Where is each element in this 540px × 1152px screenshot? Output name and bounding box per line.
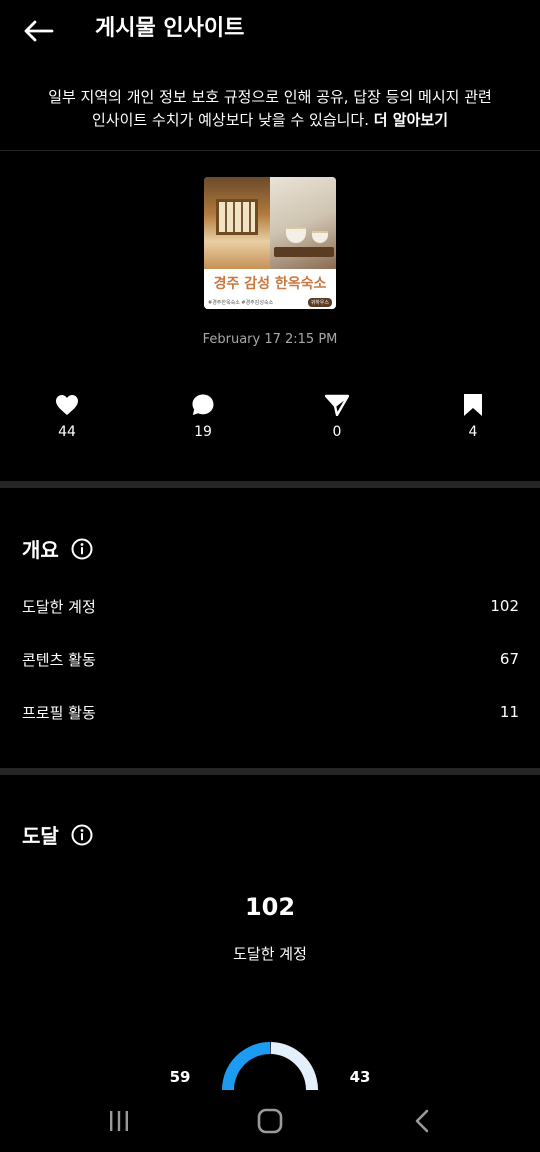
- row-value: 102: [490, 597, 519, 615]
- heart-icon: [56, 395, 78, 415]
- row-label: 콘텐츠 활동: [22, 650, 96, 669]
- engagement-stats: 44 19 0 4: [0, 392, 540, 444]
- row-label: 도달한 계정: [22, 597, 96, 616]
- info-icon[interactable]: [71, 824, 93, 846]
- overview-header: 개요: [22, 534, 93, 563]
- section-divider: [0, 768, 540, 775]
- divider: [0, 150, 540, 151]
- followers-value: 59: [169, 1068, 191, 1086]
- saves-count: 4: [468, 424, 478, 440]
- thumbnail-window: [216, 199, 258, 235]
- overview-row-accounts-reached[interactable]: 도달한 계정 102: [22, 594, 519, 618]
- learn-more-link[interactable]: 더 알아보기: [374, 111, 448, 129]
- overview-row-profile-activity[interactable]: 프로필 활동 11: [22, 700, 519, 724]
- reach-title: 도달: [22, 824, 59, 848]
- system-back-button[interactable]: [402, 1104, 442, 1138]
- post-thumbnail[interactable]: 경주 감성 한옥숙소 #경주한옥숙소 #경주감성숙소 귀하우스: [204, 177, 336, 309]
- shares-stat: 0: [307, 392, 367, 442]
- section-divider: [0, 481, 540, 488]
- thumbnail-title: 경주 감성 한옥숙소: [204, 269, 336, 297]
- back-button[interactable]: [18, 14, 58, 48]
- overview-title: 개요: [22, 538, 59, 562]
- back-icon: [415, 1109, 429, 1133]
- privacy-notice: 일부 지역의 개인 정보 보호 규정으로 인해 공유, 답장 등의 메시지 관련…: [0, 86, 540, 132]
- page-title: 게시물 인사이트: [95, 16, 245, 41]
- thumbnail-tray: [274, 247, 334, 257]
- likes-stat: 44: [37, 392, 97, 442]
- comment-icon: [192, 394, 214, 415]
- home-icon: [257, 1108, 283, 1134]
- donut-svg: [222, 1042, 318, 1095]
- arrow-left-icon: [24, 20, 54, 42]
- non-followers-value: 43: [349, 1068, 371, 1086]
- saves-stat: 4: [443, 392, 503, 442]
- home-button[interactable]: [250, 1104, 290, 1138]
- comments-stat: 19: [173, 392, 233, 442]
- row-value: 67: [499, 650, 519, 668]
- comments-count: 19: [194, 424, 212, 440]
- non-followers-segment: [270, 1042, 318, 1095]
- notice-line-1: 일부 지역의 개인 정보 보호 규정으로 인해 공유, 답장 등의 메시지 관련: [48, 88, 492, 106]
- reach-header: 도달: [22, 820, 93, 849]
- bookmark-icon: [464, 394, 482, 416]
- info-icon[interactable]: [71, 538, 93, 560]
- row-value: 11: [499, 703, 519, 721]
- system-nav-bar: [0, 1090, 540, 1152]
- thumbnail-subtitle-bar: #경주한옥숙소 #경주감성숙소 귀하우스: [204, 295, 336, 309]
- shares-count: 0: [332, 424, 342, 440]
- thumbnail-subtitle: #경주한옥숙소 #경주감성숙소: [208, 299, 274, 306]
- notice-line-2: 인사이트 수치가 예상보다 낮을 수 있습니다.: [91, 111, 374, 129]
- recent-apps-icon: [110, 1111, 128, 1131]
- reach-total: 102: [244, 893, 296, 921]
- post-timestamp: February 17 2:15 PM: [202, 332, 338, 347]
- reach-donut-chart: [215, 1035, 325, 1095]
- share-icon: [325, 394, 349, 416]
- likes-count: 44: [58, 424, 76, 440]
- reach-label: 도달한 계정: [233, 945, 307, 963]
- recent-apps-button[interactable]: [99, 1104, 139, 1138]
- thumbnail-badge: 귀하우스: [307, 297, 332, 307]
- top-bar: 게시물 인사이트: [0, 0, 540, 60]
- notice-line-2-wrap: 인사이트 수치가 예상보다 낮을 수 있습니다. 더 알아보기: [30, 109, 510, 132]
- overview-row-content-activity[interactable]: 콘텐츠 활동 67: [22, 647, 519, 671]
- row-label: 프로필 활동: [22, 703, 96, 722]
